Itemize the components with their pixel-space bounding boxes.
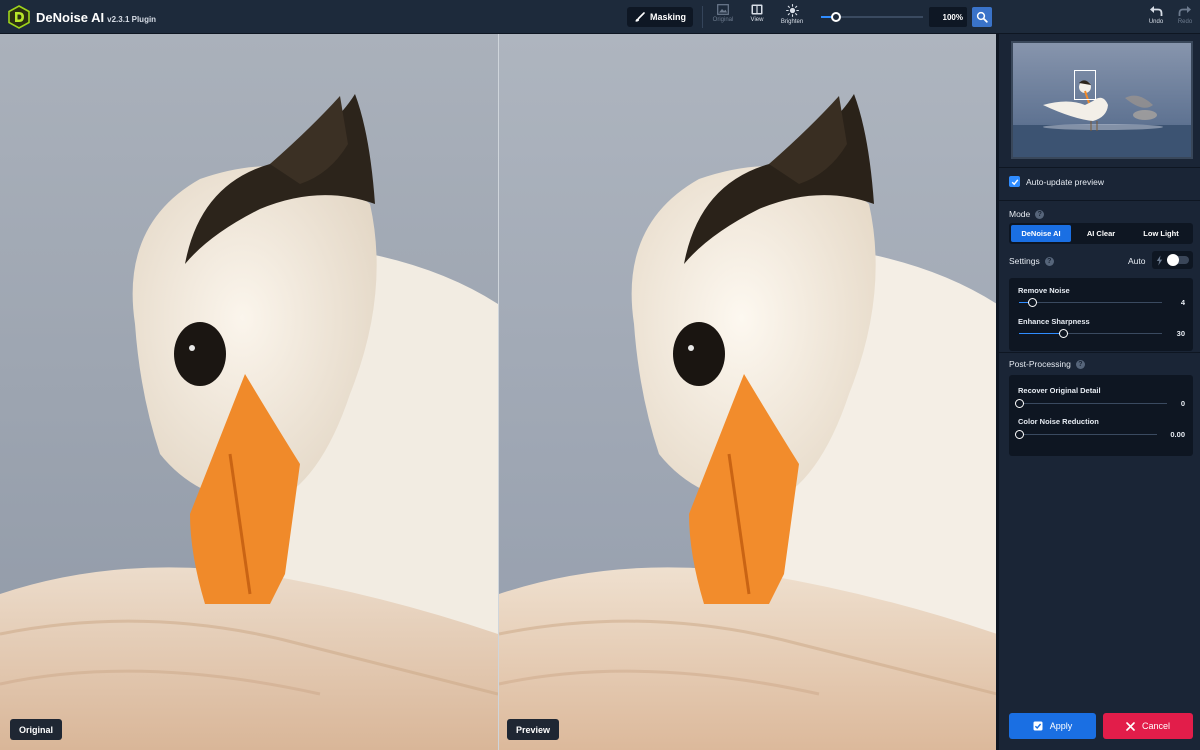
post-processing-section-title: Post-Processing ? — [1009, 359, 1085, 369]
zoom-button[interactable] — [972, 7, 992, 27]
top-toolbar: DeNoise AI v2.3.1 Plugin Masking Original — [0, 0, 1200, 34]
view-mode-button[interactable]: View — [739, 4, 775, 30]
lightning-icon — [1156, 255, 1163, 265]
post-processing-sliders-box: Recover Original Detail 0 Color Noise Re… — [1009, 375, 1193, 456]
sun-icon — [785, 4, 799, 17]
masking-button[interactable]: Masking — [627, 7, 693, 27]
redo-button[interactable]: Redo — [1172, 5, 1198, 29]
mode-section-title: Mode ? — [1009, 209, 1045, 219]
original-view-label: Original — [712, 17, 734, 23]
settings-panel: Auto-update preview Mode ? DeNoise AI AI… — [996, 34, 1200, 750]
color-noise-reduction-label: Color Noise Reduction — [1018, 417, 1099, 426]
divider — [999, 352, 1200, 353]
settings-section-title: Settings ? — [1009, 256, 1054, 266]
image-icon — [717, 4, 729, 15]
view-mode-label: View — [750, 17, 764, 23]
split-view-icon — [751, 4, 763, 15]
remove-noise-slider-thumb[interactable] — [1027, 298, 1037, 307]
recover-detail-slider-thumb[interactable] — [1015, 399, 1024, 408]
settings-sliders-box: Remove Noise 4 Enhance Sharpness 30 — [1009, 278, 1193, 351]
redo-label: Redo — [1177, 19, 1193, 25]
app-title: DeNoise AI v2.3.1 Plugin — [36, 10, 156, 25]
enhance-sharpness-label: Enhance Sharpness — [1018, 317, 1090, 326]
recover-detail-label: Recover Original Detail — [1018, 386, 1101, 395]
enhance-sharpness-slider-thumb[interactable] — [1059, 329, 1069, 338]
enhance-sharpness-slider-fill — [1019, 333, 1064, 334]
toolbar-separator — [702, 6, 703, 28]
undo-label: Undo — [1148, 19, 1164, 25]
color-noise-reduction-slider[interactable] — [1015, 430, 1157, 439]
settings-title: Settings — [1009, 256, 1040, 266]
cancel-button[interactable]: Cancel — [1103, 713, 1193, 739]
app-version: v2.3.1 Plugin — [107, 15, 157, 24]
help-icon[interactable]: ? — [1035, 209, 1045, 219]
auto-settings-label: Auto — [1128, 256, 1146, 266]
toggle-knob[interactable] — [1167, 254, 1179, 266]
color-noise-reduction-slider-thumb[interactable] — [1015, 430, 1024, 439]
divider — [999, 167, 1200, 168]
apply-check-icon — [1033, 721, 1043, 731]
redo-arrow-icon — [1178, 6, 1191, 16]
original-view-button[interactable]: Original — [705, 4, 741, 30]
preview-image — [499, 34, 996, 750]
original-image — [0, 34, 498, 750]
checkbox-checked[interactable] — [1009, 176, 1020, 187]
apply-button[interactable]: Apply — [1009, 713, 1096, 739]
mode-ai-clear-button[interactable]: AI Clear — [1071, 225, 1131, 242]
preview-pane[interactable]: Preview — [498, 34, 996, 750]
close-icon — [1126, 721, 1135, 731]
topaz-logo-icon — [8, 5, 30, 29]
recover-detail-value[interactable]: 0 — [1181, 399, 1185, 408]
mode-low-light-button[interactable]: Low Light — [1131, 225, 1191, 242]
original-pane[interactable]: Original — [0, 34, 498, 750]
cancel-label: Cancel — [1141, 721, 1170, 731]
navigator-image — [1013, 43, 1191, 157]
post-processing-title: Post-Processing — [1009, 359, 1071, 369]
checkmark-icon — [1011, 178, 1018, 185]
apply-label: Apply — [1049, 721, 1073, 731]
zoom-slider[interactable] — [821, 12, 923, 22]
help-icon[interactable]: ? — [1075, 359, 1085, 369]
denoise-app: DeNoise AI v2.3.1 Plugin Masking Original — [0, 0, 1200, 750]
enhance-sharpness-slider[interactable] — [1019, 329, 1162, 338]
brighten-button[interactable]: Brighten — [774, 4, 810, 30]
mode-denoise-ai-button[interactable]: DeNoise AI — [1011, 225, 1071, 242]
auto-update-checkbox[interactable]: Auto-update preview — [1009, 176, 1104, 187]
auto-update-label: Auto-update preview — [1026, 176, 1104, 187]
auto-settings-toggle[interactable] — [1152, 251, 1193, 269]
color-noise-reduction-value[interactable]: 0.00 — [1170, 430, 1185, 439]
undo-button[interactable]: Undo — [1143, 5, 1169, 29]
help-icon[interactable]: ? — [1044, 256, 1054, 266]
magnifier-icon — [976, 11, 988, 23]
remove-noise-slider[interactable] — [1019, 298, 1162, 307]
brighten-label: Brighten — [780, 19, 804, 25]
image-canvas[interactable]: Original Preview — [0, 34, 996, 750]
enhance-sharpness-value[interactable]: 30 — [1177, 329, 1185, 338]
mode-title: Mode — [1009, 209, 1031, 219]
zoom-slider-thumb[interactable] — [831, 12, 842, 22]
masking-label: Masking — [649, 12, 686, 22]
preview-label: Preview — [507, 719, 560, 740]
zoom-value-field[interactable]: 100% — [929, 7, 967, 27]
remove-noise-value[interactable]: 4 — [1181, 298, 1185, 307]
mode-selector: DeNoise AI AI Clear Low Light — [1009, 223, 1193, 244]
navigator-viewport-frame[interactable] — [1074, 70, 1096, 100]
remove-noise-label: Remove Noise — [1018, 286, 1070, 295]
divider — [999, 200, 1200, 201]
brush-icon — [635, 11, 645, 22]
navigator-thumbnail[interactable] — [1011, 41, 1193, 159]
original-label: Original — [10, 719, 63, 740]
recover-detail-slider[interactable] — [1015, 399, 1167, 408]
app-name: DeNoise AI — [36, 10, 105, 25]
undo-arrow-icon — [1150, 6, 1163, 16]
